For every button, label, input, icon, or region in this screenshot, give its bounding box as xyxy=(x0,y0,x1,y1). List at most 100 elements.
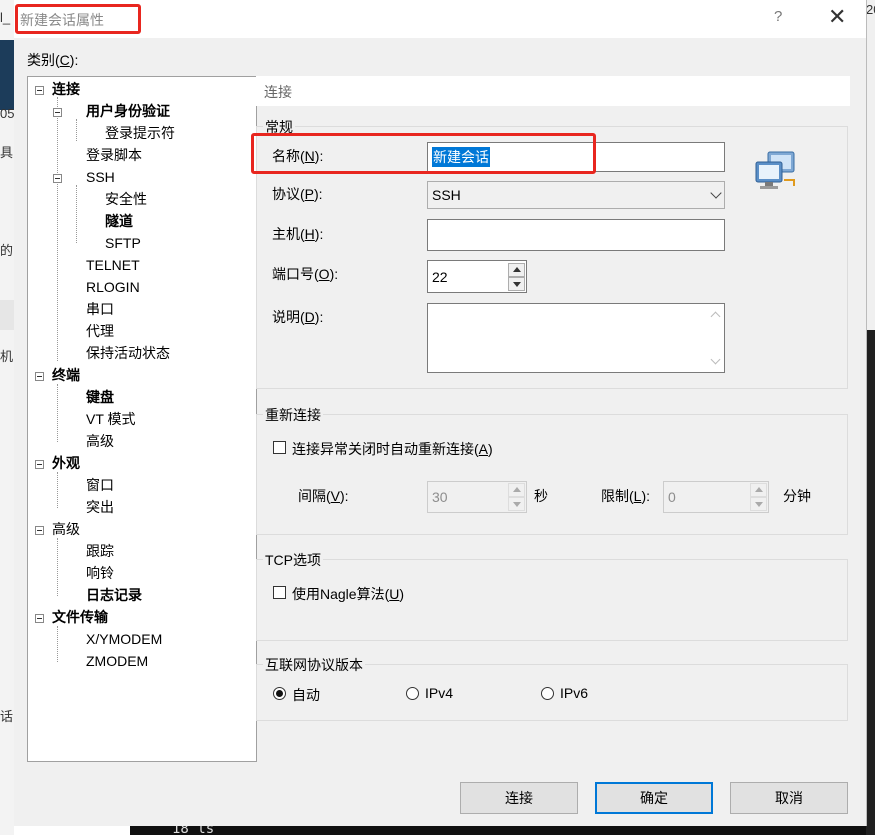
tree-connector xyxy=(57,384,58,442)
tree-item-proxy[interactable]: 代理 xyxy=(86,321,114,341)
background-left-toolbar xyxy=(0,40,14,110)
spin-down-button[interactable] xyxy=(508,277,525,291)
tree-connector xyxy=(57,472,58,508)
radio-auto[interactable] xyxy=(273,687,286,700)
collapse-icon[interactable] xyxy=(35,614,44,623)
tree-item-trace[interactable]: 跟踪 xyxy=(86,541,114,561)
name-highlight-box xyxy=(251,133,596,174)
tree-item-window[interactable]: 窗口 xyxy=(86,475,114,495)
tree-item-ssh[interactable]: SSH xyxy=(86,167,115,187)
nagle-label[interactable]: 使用Nagle算法(U) xyxy=(292,584,404,604)
spin-down-button[interactable] xyxy=(508,497,525,511)
tree-item-vt-mode[interactable]: VT 模式 xyxy=(86,409,136,429)
host-input[interactable] xyxy=(427,219,725,251)
scroll-down-icon[interactable] xyxy=(710,354,721,365)
spin-up-button[interactable] xyxy=(508,483,525,497)
background-text-fragment: 05 xyxy=(0,106,15,121)
radio-ipv4[interactable] xyxy=(406,687,419,700)
tree-item-serial[interactable]: 串口 xyxy=(86,299,114,319)
tree-connector xyxy=(57,97,58,361)
radio-ipv4-label[interactable]: IPv4 xyxy=(425,685,453,701)
radio-ipv6[interactable] xyxy=(541,687,554,700)
tree-item-tunnel[interactable]: 隧道 xyxy=(105,211,133,231)
interval-label: 间隔(V): xyxy=(298,488,349,504)
background-terminal-right xyxy=(866,330,875,835)
interval-spinner[interactable]: 30 xyxy=(427,481,527,513)
tree-item-advanced[interactable]: 高级 xyxy=(52,519,80,539)
tree-item-keyboard[interactable]: 键盘 xyxy=(86,387,114,407)
auto-reconnect-label[interactable]: 连接异常关闭时自动重新连接(A) xyxy=(292,439,493,459)
background-text-fragment: 20 xyxy=(866,2,875,17)
arrow-down-icon xyxy=(513,282,521,287)
ip-version-group-title: 互联网协议版本 xyxy=(263,655,365,675)
tree-item-terminal-advanced[interactable]: 高级 xyxy=(86,431,114,451)
collapse-icon[interactable] xyxy=(35,372,44,381)
background-text-fragment: 机 xyxy=(0,349,14,364)
title-highlight-box xyxy=(15,4,141,34)
radio-auto-label[interactable]: 自动 xyxy=(292,685,320,705)
limit-spinner[interactable]: 0 xyxy=(663,481,769,513)
tree-connector xyxy=(76,119,77,141)
panel-header-title: 连接 xyxy=(264,84,292,100)
tree-item-highlight[interactable]: 突出 xyxy=(86,497,114,517)
tree-item-security[interactable]: 安全性 xyxy=(105,189,147,209)
port-label: 端口号(O): xyxy=(272,266,339,282)
background-terminal-bottom xyxy=(130,826,866,835)
description-textarea[interactable] xyxy=(427,303,725,373)
tree-item-user-auth[interactable]: 用户身份验证 xyxy=(86,101,170,121)
limit-unit: 分钟 xyxy=(783,488,811,504)
collapse-icon[interactable] xyxy=(35,86,44,95)
background-text-fragment: 的 xyxy=(0,243,14,258)
tree-connector xyxy=(57,538,58,596)
radio-ipv6-label[interactable]: IPv6 xyxy=(560,685,588,701)
background-text-fragment: 话 xyxy=(0,709,14,724)
spin-up-button[interactable] xyxy=(508,263,525,277)
tree-item-keepalive[interactable]: 保持活动状态 xyxy=(86,343,170,363)
tree-item-bell[interactable]: 响铃 xyxy=(86,563,114,583)
description-label: 说明(D): xyxy=(272,309,324,325)
tree-item-sftp[interactable]: SFTP xyxy=(105,233,141,253)
tree-item-terminal[interactable]: 终端 xyxy=(52,365,80,385)
collapse-icon[interactable] xyxy=(35,526,44,535)
interval-unit: 秒 xyxy=(534,488,548,504)
help-button[interactable]: ? xyxy=(774,8,782,25)
category-tree[interactable]: 连接 用户身份验证 登录提示符 登录脚本 SSH 安全性 隧道 SFTP TEL… xyxy=(27,76,257,762)
close-button[interactable]: ✕ xyxy=(828,4,846,30)
spin-down-button[interactable] xyxy=(750,497,767,511)
arrow-up-icon xyxy=(513,267,521,272)
arrow-down-icon xyxy=(513,502,521,507)
tree-item-login-prompt[interactable]: 登录提示符 xyxy=(105,123,175,143)
background-text-fragment: l_ xyxy=(0,10,11,25)
tree-item-login-script[interactable]: 登录脚本 xyxy=(86,145,142,165)
auto-reconnect-checkbox[interactable] xyxy=(273,441,286,454)
background-left-strip xyxy=(0,300,14,330)
tree-item-logging[interactable]: 日志记录 xyxy=(86,585,142,605)
protocol-select[interactable]: SSH xyxy=(427,181,725,209)
tree-item-appearance[interactable]: 外观 xyxy=(52,453,80,473)
collapse-icon[interactable] xyxy=(53,174,62,183)
dialog-titlebar[interactable]: 新建会话属性 ? ✕ xyxy=(14,0,866,38)
arrow-down-icon xyxy=(755,502,763,507)
reconnect-group xyxy=(256,414,848,535)
panel-header: 连接 xyxy=(256,76,850,106)
tree-item-file-transfer[interactable]: 文件传输 xyxy=(52,607,108,627)
connect-button[interactable]: 连接 xyxy=(460,782,578,814)
collapse-icon[interactable] xyxy=(35,460,44,469)
ok-button[interactable]: 确定 xyxy=(595,782,713,814)
tree-connector xyxy=(57,626,58,662)
cancel-button[interactable]: 取消 xyxy=(730,782,848,814)
arrow-up-icon xyxy=(755,487,763,492)
nagle-checkbox[interactable] xyxy=(273,586,286,599)
port-spinner[interactable]: 22 xyxy=(427,260,527,293)
spin-up-button[interactable] xyxy=(750,483,767,497)
scroll-up-icon[interactable] xyxy=(710,311,721,322)
tree-item-xymodem[interactable]: X/YMODEM xyxy=(86,629,162,649)
collapse-icon[interactable] xyxy=(53,108,62,117)
tree-item-zmodem[interactable]: ZMODEM xyxy=(86,651,148,671)
tree-item-telnet[interactable]: TELNET xyxy=(86,255,140,275)
reconnect-group-title: 重新连接 xyxy=(263,405,323,425)
tree-item-connection[interactable]: 连接 xyxy=(52,79,80,99)
tree-item-rlogin[interactable]: RLOGIN xyxy=(86,277,140,297)
background-text-fragment: 具 xyxy=(0,145,14,160)
protocol-label: 协议(P): xyxy=(272,186,323,202)
